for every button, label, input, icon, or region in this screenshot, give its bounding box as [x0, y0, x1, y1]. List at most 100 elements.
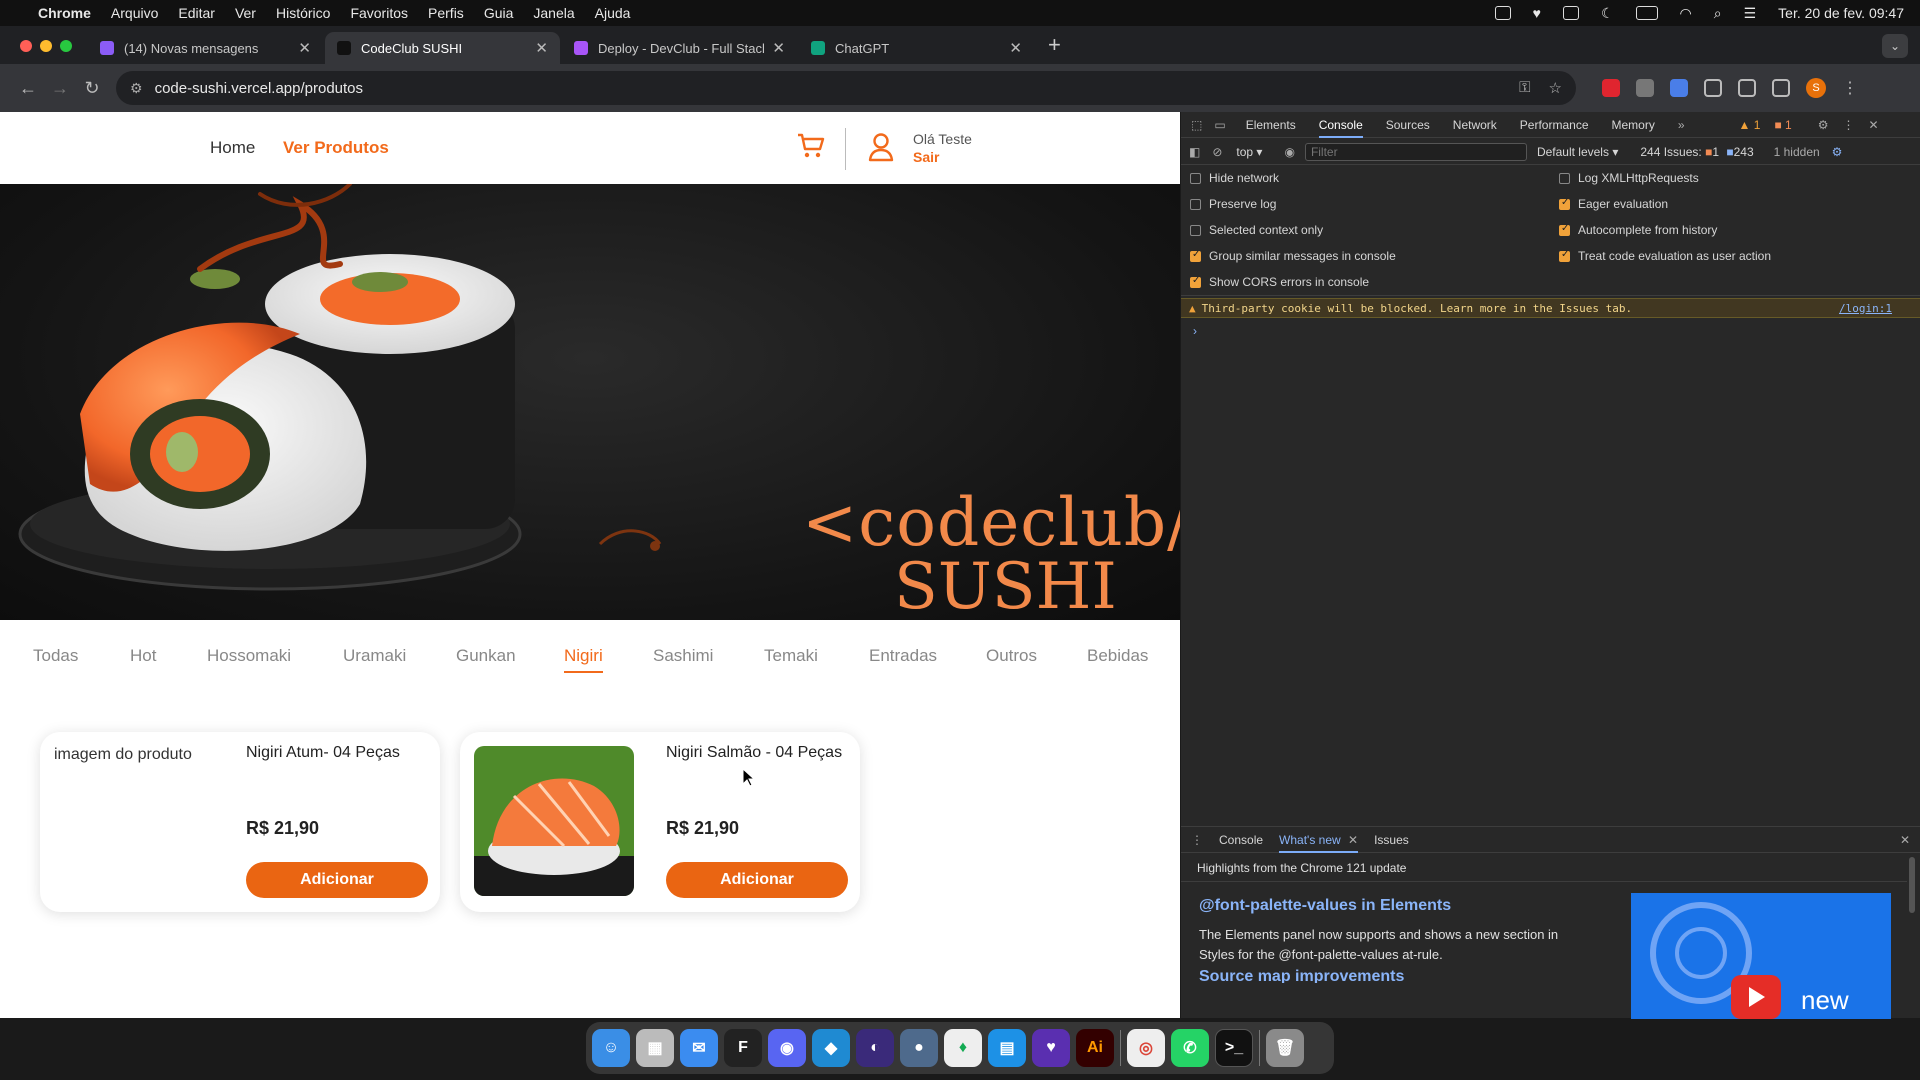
close-tab-icon[interactable]: ✕ [298, 39, 311, 57]
device-toolbar-icon[interactable]: ▭ [1214, 118, 1225, 132]
illustrator-icon[interactable]: Ai [1076, 1029, 1114, 1067]
checkbox-checked[interactable] [1559, 197, 1570, 210]
minimize-window-button[interactable] [40, 40, 52, 52]
issues-counter[interactable]: 244 Issues: ■1 ■243 [1640, 145, 1753, 159]
site-info-icon[interactable]: ⚙ [130, 80, 143, 97]
adblock-extension-icon[interactable] [1602, 79, 1620, 97]
mail-icon[interactable]: ✉ [680, 1029, 718, 1067]
menu-item-editar[interactable]: Editar [178, 5, 215, 21]
checkbox[interactable] [1190, 172, 1201, 184]
address-bar[interactable]: ⚙ code-sushi.vercel.app/produtos ⚿ ☆ [116, 71, 1576, 105]
live-expression-eye-icon[interactable]: ◉ [1284, 145, 1294, 159]
checkbox[interactable] [1190, 198, 1201, 210]
clear-console-icon[interactable]: ⊘ [1212, 145, 1222, 159]
menu-item-arquivo[interactable]: Arquivo [111, 5, 158, 21]
side-panel-icon[interactable] [1772, 79, 1790, 97]
inspect-element-icon[interactable]: ⬚ [1191, 118, 1202, 132]
whatsapp-icon[interactable]: ✆ [1171, 1029, 1209, 1067]
forward-arrow-icon[interactable]: → [44, 78, 76, 99]
category-tab-gunkan[interactable]: Gunkan [456, 646, 516, 666]
control-center-icon[interactable]: ☰ [1744, 5, 1757, 22]
devtools-menu-kebab-icon[interactable]: ⋮ [1842, 118, 1854, 132]
menu-clock[interactable]: Ter. 20 de fev. 09:47 [1778, 5, 1904, 21]
menu-item-ver[interactable]: Ver [235, 5, 256, 21]
wifi-icon[interactable]: ◠ [1680, 5, 1692, 22]
error-count-badge[interactable]: ■ 1 [1774, 118, 1791, 132]
devtools-tab-sources[interactable]: Sources [1386, 118, 1430, 132]
profile-avatar[interactable]: S [1806, 78, 1826, 98]
devtools-tab-console[interactable]: Console [1318, 118, 1363, 138]
close-tab-icon[interactable]: ✕ [1009, 39, 1022, 57]
menu-item-ajuda[interactable]: Ajuda [595, 5, 631, 21]
category-tab-todas[interactable]: Todas [33, 646, 78, 666]
focus-moon-icon[interactable]: ☾ [1601, 5, 1614, 22]
menu-item-historico[interactable]: Histórico [276, 5, 330, 21]
mongodb-compass-icon[interactable]: ♦ [944, 1029, 982, 1067]
battery-icon[interactable] [1635, 6, 1658, 20]
sidebar-toggle-icon[interactable]: ◧ [1189, 145, 1200, 159]
screen-share-icon[interactable] [1494, 6, 1511, 20]
checkbox-checked[interactable] [1559, 249, 1570, 262]
category-tab-uramaki[interactable]: Uramaki [343, 646, 406, 666]
new-tab-icon[interactable]: + [1036, 32, 1073, 64]
log-levels-dropdown[interactable]: Default levels ▾ [1537, 145, 1618, 159]
feature-title-link[interactable]: @font-palette-values in Elements [1199, 897, 1451, 915]
drawer-scrollbar[interactable] [1909, 857, 1915, 913]
browser-tab-active[interactable]: CodeClub SUSHI ✕ [325, 32, 560, 64]
checkbox-checked[interactable] [1190, 275, 1201, 288]
checkbox-checked[interactable] [1559, 223, 1570, 236]
extension-icon[interactable] [1636, 79, 1654, 97]
category-tab-hot[interactable]: Hot [130, 646, 156, 666]
vscode-icon[interactable]: ◆ [812, 1029, 850, 1067]
menu-item-perfis[interactable]: Perfis [428, 5, 464, 21]
whats-new-video-thumbnail[interactable]: new [1631, 893, 1891, 1019]
category-tab-sashimi[interactable]: Sashimi [653, 646, 713, 666]
devtools-settings-gear-icon[interactable]: ⚙ [1818, 118, 1829, 132]
console-filter-input[interactable] [1304, 142, 1527, 161]
extension-icon[interactable] [1670, 79, 1688, 97]
close-tab-icon[interactable]: ✕ [535, 39, 548, 57]
more-tabs-chevron-icon[interactable]: » [1678, 118, 1685, 132]
trash-icon[interactable]: 🗑 [1266, 1029, 1304, 1067]
category-tab-bebidas[interactable]: Bebidas [1087, 646, 1148, 666]
menu-app-name[interactable]: Chrome [38, 5, 91, 21]
nav-home-link[interactable]: Home [210, 138, 255, 158]
chrome-icon[interactable]: ◎ [1127, 1029, 1165, 1067]
devtools-tab-performance[interactable]: Performance [1520, 118, 1589, 132]
menu-item-janela[interactable]: Janela [533, 5, 574, 21]
reading-list-icon[interactable] [1738, 79, 1756, 97]
close-window-button[interactable] [20, 40, 32, 52]
heart-status-icon[interactable]: ♥ [1533, 5, 1541, 21]
setting-treat-as-user-action[interactable]: Treat code evaluation as user action [1559, 249, 1771, 263]
setting-group-similar[interactable]: Group similar messages in console [1190, 249, 1396, 263]
console-prompt-chevron-icon[interactable]: › [1193, 324, 1197, 338]
reload-icon[interactable]: ↻ [76, 78, 108, 99]
console-warning-row[interactable]: ▲ Third-party cookie will be blocked. Le… [1181, 298, 1920, 318]
checkbox[interactable] [1190, 224, 1201, 236]
close-tab-icon[interactable]: ✕ [772, 39, 785, 57]
menu-item-favoritos[interactable]: Favoritos [350, 5, 408, 21]
checkbox[interactable] [1559, 172, 1570, 184]
category-tab-entradas[interactable]: Entradas [869, 646, 937, 666]
drawer-tab-console[interactable]: Console [1219, 833, 1263, 847]
close-drawer-icon[interactable]: ✕ [1900, 833, 1910, 847]
arc-browser-icon[interactable]: ◐ [856, 1029, 894, 1067]
obsidian-icon[interactable]: ♥ [1032, 1029, 1070, 1067]
nav-products-link[interactable]: Ver Produtos [283, 138, 389, 158]
figma-icon[interactable]: F [724, 1029, 762, 1067]
finder-icon[interactable]: ☺ [592, 1029, 630, 1067]
logout-link[interactable]: Sair [913, 149, 939, 165]
spotlight-search-icon[interactable]: ⌕ [1714, 5, 1722, 22]
setting-show-cors[interactable]: Show CORS errors in console [1190, 275, 1369, 289]
bookmark-star-icon[interactable]: ☆ [1549, 79, 1562, 97]
docker-icon[interactable]: ▤ [988, 1029, 1026, 1067]
tab-search-chevron-icon[interactable]: ⌄ [1882, 34, 1908, 58]
terminal-icon[interactable]: >_ [1215, 1029, 1253, 1067]
drawer-menu-kebab-icon[interactable]: ⋮ [1191, 833, 1203, 847]
console-settings-gear-icon[interactable]: ⚙ [1832, 145, 1843, 159]
category-tab-nigiri[interactable]: Nigiri [564, 646, 603, 673]
setting-hide-network[interactable]: Hide network [1190, 171, 1279, 185]
setting-selected-context[interactable]: Selected context only [1190, 223, 1323, 237]
devtools-close-icon[interactable]: ✕ [1868, 118, 1878, 132]
activity-icon[interactable] [1562, 6, 1579, 20]
